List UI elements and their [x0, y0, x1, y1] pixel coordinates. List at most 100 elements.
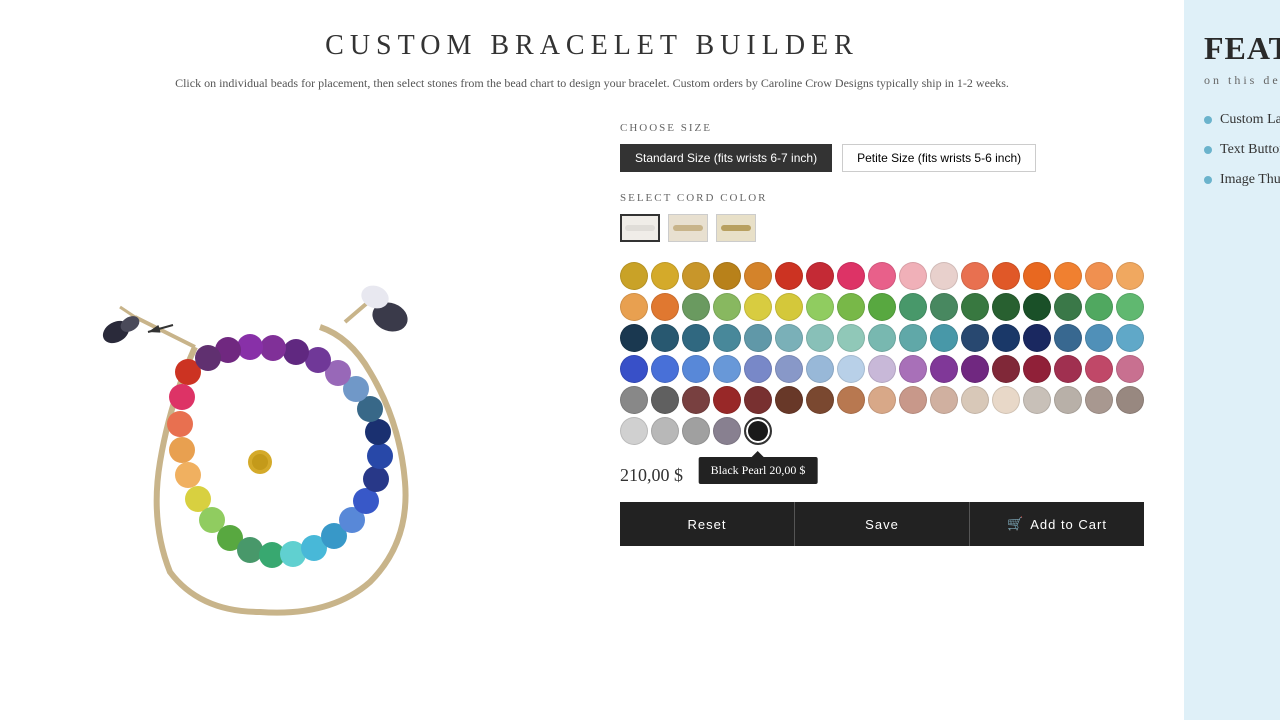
- bead-swatch[interactable]: [992, 386, 1020, 414]
- bead-swatch[interactable]: [682, 324, 710, 352]
- bead-swatch[interactable]: [775, 262, 803, 290]
- bead-swatch[interactable]: [899, 355, 927, 383]
- bead-swatch[interactable]: [1085, 262, 1113, 290]
- bead-swatch[interactable]: [620, 355, 648, 383]
- bead-swatch[interactable]: [837, 262, 865, 290]
- bead-swatch[interactable]: [775, 355, 803, 383]
- size-btn-petite[interactable]: Petite Size (fits wrists 5-6 inch): [842, 144, 1036, 172]
- bead-swatch[interactable]: [682, 417, 710, 445]
- bead-swatch[interactable]: [806, 386, 834, 414]
- bead-swatch[interactable]: [837, 355, 865, 383]
- bead-swatch[interactable]: [1054, 293, 1082, 321]
- bead-swatch[interactable]: [620, 417, 648, 445]
- bead-swatch[interactable]: [806, 262, 834, 290]
- cord-swatch-tan[interactable]: [668, 214, 708, 242]
- bead-swatch[interactable]: [1023, 386, 1051, 414]
- bead-swatch[interactable]: [651, 262, 679, 290]
- bead-swatch[interactable]: [930, 293, 958, 321]
- bead-swatch[interactable]: [930, 262, 958, 290]
- bead-swatch[interactable]: [1023, 262, 1051, 290]
- bead-swatch[interactable]: [620, 386, 648, 414]
- bead-swatch[interactable]: [899, 386, 927, 414]
- reset-button[interactable]: Reset: [620, 502, 794, 546]
- bead-swatch[interactable]: [620, 262, 648, 290]
- bead-swatch[interactable]: [930, 324, 958, 352]
- bead-swatch[interactable]: [961, 324, 989, 352]
- bead-swatch[interactable]: [1116, 324, 1144, 352]
- bead-swatch[interactable]: [837, 324, 865, 352]
- bead-swatch[interactable]: [775, 386, 803, 414]
- bead-swatch[interactable]: [868, 355, 896, 383]
- bead-swatch[interactable]: [837, 293, 865, 321]
- bead-swatch[interactable]: [713, 324, 741, 352]
- bead-swatch[interactable]: [744, 262, 772, 290]
- bead-swatch[interactable]: [1085, 293, 1113, 321]
- bead-swatch[interactable]: [682, 355, 710, 383]
- bead-swatch[interactable]: [992, 355, 1020, 383]
- bead-swatch[interactable]: [713, 293, 741, 321]
- bead-swatch[interactable]: [620, 293, 648, 321]
- bead-swatch[interactable]: [651, 386, 679, 414]
- bead-swatch[interactable]: [806, 324, 834, 352]
- bead-swatch[interactable]: [868, 386, 896, 414]
- bead-swatch[interactable]: [682, 262, 710, 290]
- bead-swatch[interactable]: [1054, 262, 1082, 290]
- bead-swatch[interactable]: [899, 262, 927, 290]
- bead-swatch-selected[interactable]: Black Pearl 20,00 $: [744, 417, 772, 445]
- bead-swatch[interactable]: [1116, 355, 1144, 383]
- size-btn-standard[interactable]: Standard Size (fits wrists 6-7 inch): [620, 144, 832, 172]
- bead-swatch[interactable]: [961, 293, 989, 321]
- save-button[interactable]: Save: [794, 502, 969, 546]
- bead-swatch[interactable]: [1023, 355, 1051, 383]
- bead-swatch[interactable]: [1116, 262, 1144, 290]
- bead-swatch[interactable]: [1023, 293, 1051, 321]
- cord-swatch-gold[interactable]: [716, 214, 756, 242]
- bead-swatch[interactable]: [775, 324, 803, 352]
- bead-swatch[interactable]: [620, 324, 648, 352]
- add-to-cart-button[interactable]: 🛒 Add to Cart: [969, 502, 1144, 546]
- bead-swatch[interactable]: [651, 355, 679, 383]
- bead-swatch[interactable]: [775, 293, 803, 321]
- bead-swatch[interactable]: [868, 293, 896, 321]
- bead-swatch[interactable]: [682, 386, 710, 414]
- bead-swatch[interactable]: [713, 262, 741, 290]
- bead-swatch[interactable]: [1116, 386, 1144, 414]
- bead-swatch[interactable]: [992, 293, 1020, 321]
- bead-swatch[interactable]: [713, 417, 741, 445]
- bead-swatch[interactable]: [744, 324, 772, 352]
- bead-swatch[interactable]: [1085, 355, 1113, 383]
- bead-swatch[interactable]: [992, 262, 1020, 290]
- cord-colors: [620, 214, 1144, 242]
- bead-swatch[interactable]: [961, 262, 989, 290]
- bead-swatch[interactable]: [837, 386, 865, 414]
- bead-swatch[interactable]: [961, 355, 989, 383]
- bead-swatch[interactable]: [806, 355, 834, 383]
- bead-swatch[interactable]: [868, 262, 896, 290]
- bead-swatch[interactable]: [651, 293, 679, 321]
- bead-swatch[interactable]: [899, 293, 927, 321]
- bead-swatch[interactable]: [930, 386, 958, 414]
- bead-swatch[interactable]: [1085, 324, 1113, 352]
- bead-swatch[interactable]: [1054, 386, 1082, 414]
- bead-swatch[interactable]: [1085, 386, 1113, 414]
- bead-swatch[interactable]: [744, 293, 772, 321]
- bead-swatch[interactable]: [868, 324, 896, 352]
- bead-swatch[interactable]: [713, 355, 741, 383]
- bead-swatch[interactable]: [651, 324, 679, 352]
- bead-swatch[interactable]: [713, 386, 741, 414]
- bead-swatch[interactable]: [1054, 355, 1082, 383]
- bead-swatch[interactable]: [744, 355, 772, 383]
- cord-swatch-white[interactable]: [620, 214, 660, 242]
- bead-swatch[interactable]: [899, 324, 927, 352]
- builder-area: CHOOSE SIZE Standard Size (fits wrists 6…: [40, 122, 1144, 647]
- bead-swatch[interactable]: [992, 324, 1020, 352]
- bead-swatch[interactable]: [930, 355, 958, 383]
- bead-swatch[interactable]: [651, 417, 679, 445]
- bead-swatch[interactable]: [1116, 293, 1144, 321]
- bead-swatch[interactable]: [1023, 324, 1051, 352]
- bead-swatch[interactable]: [682, 293, 710, 321]
- bead-swatch[interactable]: [961, 386, 989, 414]
- bead-swatch[interactable]: [1054, 324, 1082, 352]
- bead-swatch[interactable]: [744, 386, 772, 414]
- bead-swatch[interactable]: [806, 293, 834, 321]
